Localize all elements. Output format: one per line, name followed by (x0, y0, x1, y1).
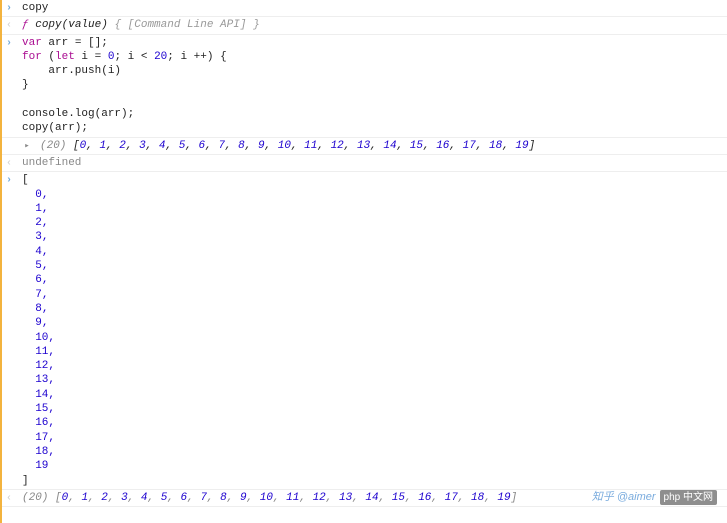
array-preview: (20) [0, 1, 2, 3, 4, 5, 6, 7, 8, 9, 10, … (36, 139, 727, 153)
console-input-row[interactable]: copy (0, 0, 727, 17)
code-block: var arr = []; for (let i = 0; i < 20; i … (18, 36, 727, 136)
function-signature: ƒ copy(value) { [Command Line API] } (18, 18, 727, 32)
console-output-row: ƒ copy(value) { [Command Line API] } (0, 17, 727, 34)
php-watermark-badge: php 中文网 (660, 490, 717, 505)
output-marker-icon (0, 491, 18, 505)
expanded-array: [ 0, 1, 2, 3, 4, 5, 6, 7, 8, 9, 10, 11, … (18, 173, 727, 488)
left-highlight-bar (0, 0, 2, 523)
zhihu-watermark-text: 知乎 @aimer (592, 490, 656, 504)
expand-toggle-icon[interactable] (18, 139, 36, 153)
console-return-row: undefined (0, 155, 727, 172)
input-marker-icon (0, 36, 18, 50)
console-input-text: copy (18, 1, 727, 15)
input-marker-icon (0, 1, 18, 15)
output-marker-icon (0, 156, 18, 170)
console-input-row[interactable]: [ 0, 1, 2, 3, 4, 5, 6, 7, 8, 9, 10, 11, … (0, 172, 727, 489)
console-input-row[interactable]: var arr = []; for (let i = 0; i < 20; i … (0, 35, 727, 138)
blank-gutter (0, 139, 18, 140)
input-marker-icon (0, 173, 18, 187)
output-marker-icon (0, 18, 18, 32)
watermark: 知乎 @aimer php 中文网 (592, 490, 717, 505)
undefined-text: undefined (18, 156, 727, 170)
console-log-output-row[interactable]: (20) [0, 1, 2, 3, 4, 5, 6, 7, 8, 9, 10, … (0, 138, 727, 155)
